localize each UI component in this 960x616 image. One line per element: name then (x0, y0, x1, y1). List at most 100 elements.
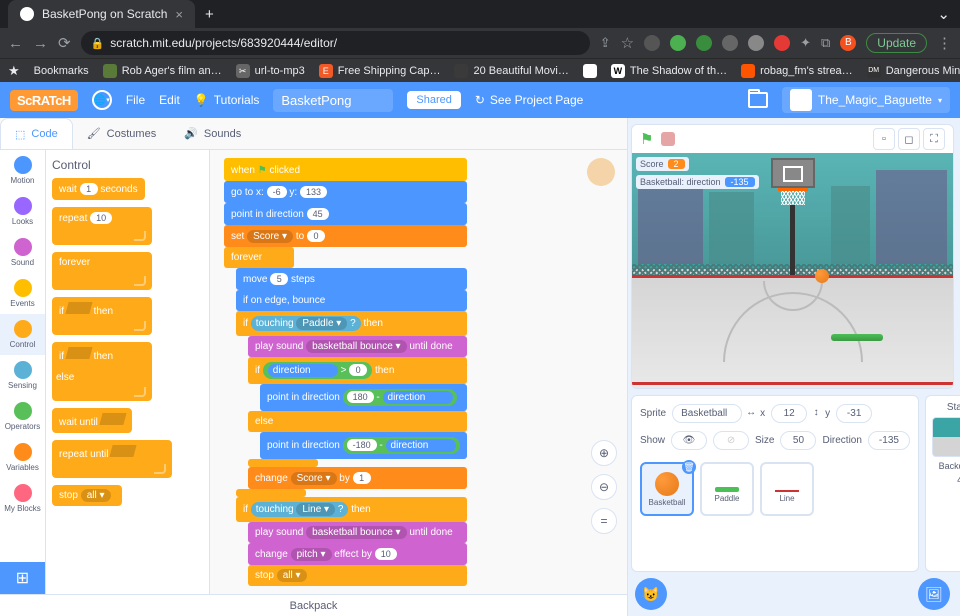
block-repeat-until[interactable]: repeat until (52, 440, 172, 478)
file-menu[interactable]: File (126, 93, 145, 107)
score-monitor[interactable]: Score2 (636, 157, 689, 171)
category-looks[interactable]: Looks (0, 191, 45, 232)
block-if-else[interactable]: if thenelse (52, 342, 152, 401)
star-icon[interactable]: ☆ (621, 34, 634, 52)
block-wait-until[interactable]: wait until (52, 408, 132, 433)
workspace[interactable]: when ⚑ clicked go to x: -6 y: 133 point … (210, 150, 627, 594)
tab-costumes[interactable]: 🖌Costumes (73, 118, 171, 149)
paddle-sprite[interactable] (831, 334, 883, 341)
hoop-sprite (771, 158, 815, 275)
basketball-sprite[interactable] (815, 269, 829, 283)
bookmark-item[interactable]: WThe Shadow of th… (611, 64, 727, 78)
window-chevron-icon[interactable]: ⌄ (927, 5, 960, 23)
script-stack[interactable]: when ⚑ clicked go to x: -6 y: 133 point … (224, 158, 467, 586)
browser-tab[interactable]: BasketPong on Scratch × (8, 0, 195, 28)
category-operators[interactable]: Operators (0, 396, 45, 437)
direction-input[interactable] (868, 431, 910, 450)
size-label: Size (755, 435, 774, 446)
lock-icon: 🔒 (91, 37, 105, 50)
tab-code[interactable]: ⬚Code (0, 118, 73, 149)
tutorials-button[interactable]: 💡Tutorials (194, 93, 260, 107)
zoom-in-button[interactable]: ⊕ (591, 440, 617, 466)
stop-button[interactable] (661, 132, 675, 146)
sprite-thumb-basketball[interactable]: 🗑 Basketball (640, 462, 694, 516)
bookmark-item[interactable]: EFree Shipping Cap… (319, 64, 441, 78)
show-button[interactable]: 👁 (671, 431, 707, 450)
sprite-x-input[interactable] (771, 404, 807, 423)
delete-sprite-icon[interactable]: 🗑 (682, 460, 696, 474)
block-point-dir: point in direction -180 - direction (260, 432, 467, 459)
green-flag-button[interactable]: ⚑ (640, 130, 653, 148)
category-sensing[interactable]: Sensing (0, 355, 45, 396)
zoom-out-button[interactable]: ⊖ (591, 474, 617, 500)
add-sprite-button[interactable]: 😺 (635, 578, 667, 610)
category-events[interactable]: Events (0, 273, 45, 314)
bookmark-item[interactable]: DMDangerous Minds… (867, 64, 960, 78)
stage-thumbnail[interactable] (932, 417, 960, 457)
scratch-logo[interactable]: ScRATcH (10, 90, 78, 111)
ext-icon[interactable] (670, 35, 686, 51)
stage-full-button[interactable]: ⛶ (923, 128, 945, 150)
category-motion[interactable]: Motion (0, 150, 45, 191)
bookmark-item[interactable] (583, 64, 597, 78)
block-if: if touching Paddle ▾ ? then (236, 311, 467, 336)
sprite-name-input[interactable] (672, 404, 742, 423)
tab-sounds[interactable]: 🔊Sounds (170, 118, 255, 149)
ext-icon[interactable] (774, 35, 790, 51)
forward-button[interactable]: → (33, 35, 48, 52)
sprite-thumb-line[interactable]: Line (760, 462, 814, 516)
stage-canvas[interactable]: Score2 Basketball: direction-135 (632, 153, 953, 388)
edit-menu[interactable]: Edit (159, 93, 180, 107)
block-if[interactable]: if then (52, 297, 152, 335)
menu-icon[interactable]: ⋮ (937, 34, 952, 52)
bookmark-item[interactable]: robag_fm's strea… (741, 64, 853, 78)
block-wait[interactable]: wait 1 seconds (52, 178, 145, 200)
sprite-thumb-paddle[interactable]: Paddle (700, 462, 754, 516)
new-tab-button[interactable]: + (195, 6, 224, 23)
reload-button[interactable]: ⟳ (58, 34, 71, 52)
hide-button[interactable]: ⊘ (713, 431, 749, 450)
block-forever[interactable]: forever (52, 252, 152, 290)
update-button[interactable]: Update (866, 33, 927, 53)
block-stop[interactable]: stop all ▾ (52, 485, 122, 506)
share-icon[interactable]: ⇪ (600, 35, 611, 51)
block-play-sound: play sound basketball bounce ▾ until don… (248, 522, 467, 543)
stage-small-button[interactable]: ▫ (873, 128, 895, 150)
category-control[interactable]: Control (0, 314, 45, 355)
back-button[interactable]: ← (8, 35, 23, 52)
sprite-y-input[interactable] (836, 404, 872, 423)
globe-icon[interactable]: 🌐 ▾ (92, 90, 112, 110)
ext-icon[interactable] (748, 35, 764, 51)
zoom-reset-button[interactable]: = (591, 508, 617, 534)
user-account[interactable]: The_Magic_Baguette ▾ (782, 87, 950, 113)
direction-monitor[interactable]: Basketball: direction-135 (636, 175, 759, 189)
bookmark-item[interactable]: ✂url-to-mp3 (236, 64, 305, 78)
bookmark-icon[interactable]: ⧉ (821, 35, 830, 51)
direction-label: Direction (822, 435, 861, 446)
palette-header: Control (52, 158, 203, 172)
url-bar[interactable]: 🔒 scratch.mit.edu/projects/683920444/edi… (81, 31, 590, 55)
bookmark-item[interactable]: 20 Beautiful Movi… (454, 64, 568, 78)
add-backdrop-button[interactable]: 🖼 (918, 578, 950, 610)
see-project-button[interactable]: ↻See Project Page (475, 93, 583, 107)
bookmark-item[interactable]: Bookmarks (34, 65, 89, 77)
ext-icon[interactable] (644, 35, 660, 51)
ext-icon[interactable] (722, 35, 738, 51)
block-repeat[interactable]: repeat 10 (52, 207, 152, 245)
folder-icon[interactable] (748, 92, 768, 108)
backpack[interactable]: Backpack (0, 594, 627, 616)
category-myblocks[interactable]: My Blocks (0, 478, 45, 519)
ext-icon[interactable] (696, 35, 712, 51)
size-input[interactable] (780, 431, 816, 450)
block-set-score: set Score ▾ to 0 (224, 225, 467, 247)
add-extension-button[interactable]: ⊞ (0, 562, 45, 594)
project-name-input[interactable] (273, 89, 393, 112)
category-sound[interactable]: Sound (0, 232, 45, 273)
stage-large-button[interactable]: ◻ (898, 128, 920, 150)
profile-icon[interactable]: B (840, 35, 856, 51)
puzzle-icon[interactable]: ✦ (800, 35, 811, 51)
category-variables[interactable]: Variables (0, 437, 45, 478)
bookmark-item[interactable]: Rob Ager's film an… (103, 64, 222, 78)
stage-panel[interactable]: Stage Backdrops 4 (925, 395, 960, 572)
close-icon[interactable]: × (175, 7, 183, 22)
